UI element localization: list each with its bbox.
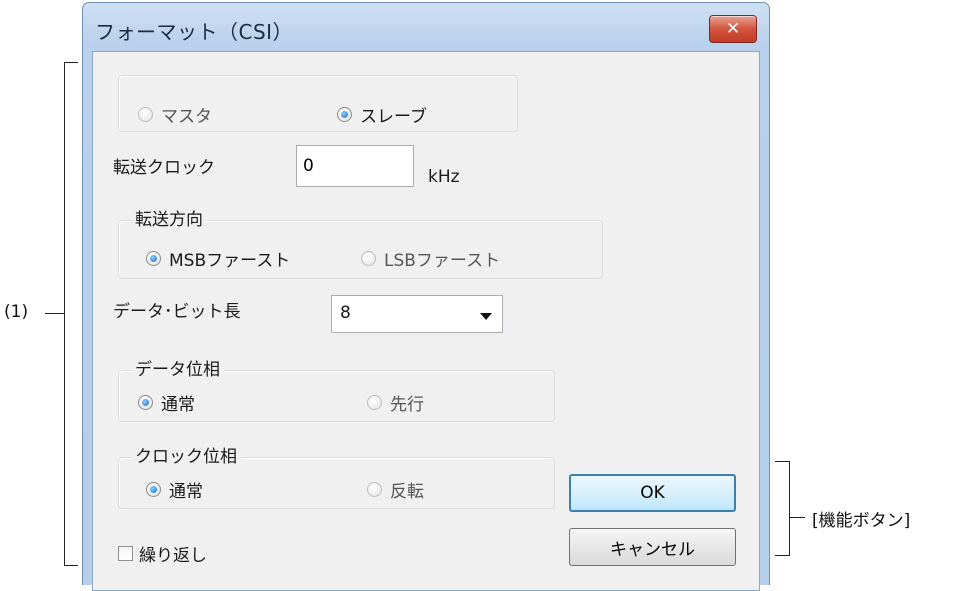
- data-phase-legend: データ位相: [131, 360, 224, 380]
- title-bar[interactable]: フォーマット（CSI） ✕: [83, 3, 769, 51]
- annotation-left-bracket-vertical: [64, 62, 65, 566]
- repeat-checkbox[interactable]: 繰り返し: [118, 541, 207, 566]
- annotation-left-label: (1): [4, 302, 29, 322]
- data-phase-normal-label: 通常: [161, 395, 195, 415]
- clock-phase-normal-radio[interactable]: 通常: [146, 477, 203, 502]
- data-phase-normal-radio-circle[interactable]: [138, 395, 153, 410]
- annotation-right-label: [機能ボタン]: [812, 511, 911, 531]
- transfer-clock-unit: kHz: [428, 167, 460, 187]
- clock-phase-normal-label: 通常: [169, 482, 203, 502]
- annotation-left-bracket-bottom: [64, 565, 78, 566]
- slave-radio-label: スレーブ: [360, 107, 427, 127]
- repeat-checkbox-label: 繰り返し: [139, 546, 207, 566]
- data-phase-normal-radio[interactable]: 通常: [138, 390, 195, 415]
- master-radio-circle[interactable]: [138, 107, 153, 122]
- repeat-checkbox-box[interactable]: [118, 546, 133, 561]
- window-title: フォーマット（CSI）: [95, 20, 294, 44]
- ok-button[interactable]: OK: [569, 474, 736, 512]
- data-phase-advance-radio-circle[interactable]: [367, 395, 382, 410]
- transfer-direction-legend: 転送方向: [131, 210, 207, 230]
- annotation-right-bracket-bottom: [775, 555, 789, 556]
- clock-phase-legend: クロック位相: [131, 447, 241, 467]
- close-button[interactable]: ✕: [709, 15, 757, 43]
- format-csi-dialog: フォーマット（CSI） ✕ マスタ スレーブ 転送クロック kHz 転送方向 M…: [82, 2, 770, 591]
- data-phase-advance-radio[interactable]: 先行: [367, 390, 424, 415]
- data-bit-length-label: データ･ビット長: [113, 302, 241, 322]
- annotation-right-tick: [789, 517, 805, 518]
- transfer-clock-label: 転送クロック: [113, 158, 215, 178]
- master-radio-label: マスタ: [161, 107, 212, 127]
- msb-first-radio-circle[interactable]: [146, 251, 161, 266]
- clock-phase-invert-label: 反転: [390, 482, 424, 502]
- slave-radio[interactable]: スレーブ: [337, 102, 427, 127]
- data-bit-length-dropdown[interactable]: 8: [331, 295, 503, 333]
- annotation-right-bracket-vertical: [789, 461, 790, 556]
- clock-phase-normal-radio-circle[interactable]: [146, 482, 161, 497]
- cancel-button[interactable]: キャンセル: [569, 528, 736, 566]
- lsb-first-radio-label: LSBファースト: [384, 251, 501, 271]
- data-phase-advance-label: 先行: [390, 395, 424, 415]
- clock-phase-invert-radio[interactable]: 反転: [367, 477, 424, 502]
- transfer-clock-input[interactable]: [296, 145, 414, 187]
- msb-first-radio-label: MSBファースト: [169, 251, 291, 271]
- annotation-right-bracket-top: [775, 461, 789, 462]
- slave-radio-circle[interactable]: [337, 107, 352, 122]
- data-bit-length-value: 8: [340, 303, 351, 323]
- close-icon: ✕: [725, 19, 741, 39]
- master-radio[interactable]: マスタ: [138, 102, 212, 127]
- dialog-client-area: マスタ スレーブ 転送クロック kHz 転送方向 MSBファースト LSBファー…: [92, 51, 760, 591]
- annotation-left-tick: [45, 313, 65, 314]
- annotation-left-bracket-top: [64, 62, 78, 63]
- chevron-down-icon[interactable]: [480, 313, 492, 320]
- clock-phase-invert-radio-circle[interactable]: [367, 482, 382, 497]
- lsb-first-radio-circle[interactable]: [361, 251, 376, 266]
- msb-first-radio[interactable]: MSBファースト: [146, 246, 290, 271]
- lsb-first-radio[interactable]: LSBファースト: [361, 246, 500, 271]
